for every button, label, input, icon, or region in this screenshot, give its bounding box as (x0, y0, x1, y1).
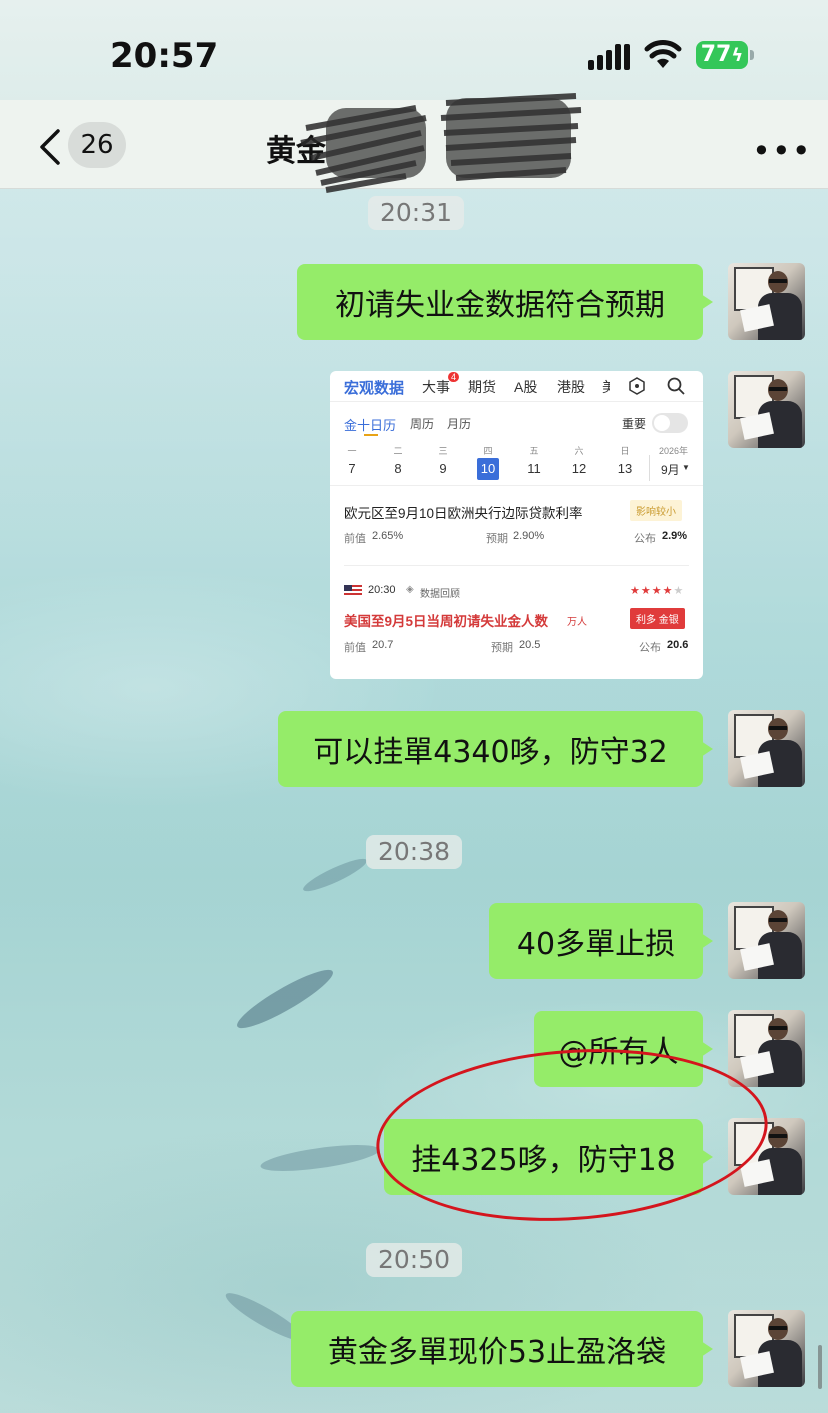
time-stamp: 20:38 (366, 835, 463, 869)
importance-stars: ★★★★★ (630, 585, 685, 597)
chevron-down-icon: ▼ (682, 463, 690, 472)
event-title-highlight: 美国至9月5日当周初请失业金人数 (344, 614, 549, 629)
calendar-month-select: 9月 (661, 463, 680, 477)
published-label: 公布 (634, 533, 656, 545)
tab-macro-data: 宏观数据 (344, 380, 405, 397)
calendar-day: 13 (617, 461, 633, 476)
message-bubble[interactable]: 可以挂單4340哆，防守32 (278, 711, 713, 787)
calendar-day: 12 (571, 461, 587, 476)
weekday-label: 日 (620, 446, 630, 456)
avatar[interactable] (728, 1310, 805, 1387)
search-icon (667, 377, 685, 395)
message-bubble[interactable]: 初请失业金数据符合预期 (297, 264, 713, 340)
scrollbar[interactable] (818, 1345, 822, 1389)
event-unit: 万人 (567, 617, 587, 628)
avatar[interactable] (728, 263, 805, 340)
us-flag-icon (344, 585, 362, 597)
calendar-day-selected: 10 (477, 458, 499, 480)
calendar-day: 8 (394, 461, 402, 476)
tab-futures: 期货 (468, 379, 496, 395)
weekday-label: 二 (393, 446, 403, 456)
impact-tag: 影响较小 (630, 500, 682, 521)
tab-events-badge: 4 (448, 372, 460, 382)
message-bubble[interactable]: 黄金多單现价53止盈洛袋 (291, 1311, 713, 1387)
forecast-value: 2.90% (513, 530, 545, 542)
fish-shape (231, 961, 339, 1037)
forecast-value: 20.5 (519, 639, 541, 651)
weekday-label: 一 (347, 446, 357, 456)
calendar-day: 9 (439, 461, 447, 476)
redaction-scribble (300, 93, 582, 193)
event-time: 20:30 (368, 584, 396, 596)
hexagon-icon (629, 377, 645, 395)
weekday-label: 四 (483, 446, 493, 456)
fish-shape (300, 853, 370, 897)
message-bubble[interactable]: 40多單止损 (489, 903, 713, 979)
tab-hk-stocks: 港股 (557, 379, 585, 395)
important-toggle (652, 413, 688, 433)
unread-count-badge[interactable]: 26 (68, 122, 126, 168)
calendar-year: 2026年 (659, 446, 689, 456)
previous-label: 前值 (344, 533, 366, 545)
subtab-jin10-calendar: 金十日历 (344, 418, 397, 433)
published-value: 20.6 (667, 639, 689, 651)
shared-calendar-card[interactable]: 宏观数据 大事 4 期货 A股 港股 美 金十日历 周历 月历 重要 一 二 三… (330, 371, 703, 679)
time-stamp: 20:50 (366, 1243, 463, 1277)
calendar-day: 11 (527, 461, 541, 476)
forecast-label: 预期 (486, 533, 508, 545)
subtab-week: 周历 (410, 417, 435, 431)
previous-label: 前值 (344, 642, 366, 654)
battery-indicator: 77ϟ (696, 41, 748, 69)
weekday-label: 三 (438, 446, 448, 456)
previous-value: 20.7 (372, 639, 394, 651)
calendar-day: 7 (348, 461, 356, 476)
avatar[interactable] (728, 710, 805, 787)
tab-us: 美 (602, 379, 610, 395)
battery-tip (750, 50, 754, 60)
avatar[interactable] (728, 902, 805, 979)
charging-icon: ϟ (731, 45, 744, 66)
fish-shape (259, 1139, 381, 1177)
avatar[interactable] (728, 371, 805, 448)
time-stamp: 20:31 (368, 196, 465, 230)
impact-tag-bullish: 利多 金银 (630, 608, 685, 629)
status-time: 20:57 (110, 36, 219, 76)
more-options-icon[interactable]: ••• (752, 132, 812, 170)
layers-icon: ◈ (406, 584, 414, 595)
previous-value: 2.65% (372, 530, 404, 542)
back-chevron-icon[interactable] (38, 128, 62, 166)
tab-events: 大事 (422, 379, 450, 395)
event-title: 欧元区至9月10日欧洲央行边际贷款利率 (344, 506, 583, 521)
important-label: 重要 (622, 417, 647, 431)
weekday-label: 六 (574, 446, 584, 456)
weekday-label: 五 (529, 446, 539, 456)
tab-a-shares: A股 (514, 379, 538, 395)
data-review-label: 数据回顾 (420, 589, 460, 600)
subtab-month: 月历 (447, 417, 472, 431)
published-value: 2.9% (662, 530, 688, 542)
wifi-icon (644, 40, 682, 68)
forecast-label: 预期 (491, 642, 513, 654)
avatar[interactable] (728, 1010, 805, 1087)
published-label: 公布 (639, 642, 661, 654)
signal-icon (588, 44, 630, 70)
